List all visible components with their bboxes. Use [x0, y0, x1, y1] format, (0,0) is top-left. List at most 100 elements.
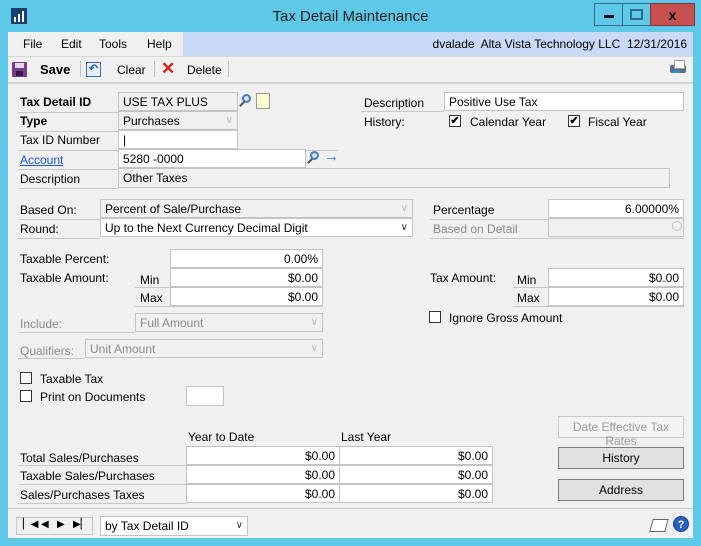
- tax-max-label: Max: [517, 291, 540, 305]
- taxable-amount-label: Taxable Amount:: [20, 271, 109, 285]
- tax-min-input[interactable]: $0.00: [548, 268, 684, 287]
- user-date: 12/31/2016: [626, 37, 687, 51]
- based-on-detail-field: [548, 218, 684, 237]
- divider: [513, 306, 684, 307]
- tax-detail-id-lookup-button[interactable]: [238, 93, 254, 109]
- fiscal-year-label: Fiscal Year: [588, 115, 647, 129]
- type-dropdown[interactable]: Purchases ∨: [118, 111, 238, 130]
- type-value: Purchases: [123, 114, 180, 128]
- help-icon: ?: [677, 519, 685, 531]
- sales-taxes-ytd-field: $0.00: [186, 484, 340, 503]
- menu-tools[interactable]: Tools: [99, 37, 127, 51]
- account-description-field: Other Taxes: [118, 168, 670, 188]
- delete-button[interactable]: ✕ Delete: [160, 59, 230, 79]
- divider: [513, 287, 548, 288]
- status-bar: ▏◀ ◀ ▶ ▶▏ by Tax Detail ID ∨ ?: [8, 508, 693, 539]
- round-dropdown[interactable]: Up to the Next Currency Decimal Digit ∨: [100, 218, 413, 237]
- right-description-label: Description: [364, 96, 425, 110]
- next-record-button[interactable]: ▶: [57, 519, 65, 530]
- history-label: History:: [364, 115, 405, 129]
- calendar-year-checkbox[interactable]: ✔: [449, 115, 461, 127]
- menu-help[interactable]: Help: [147, 37, 172, 51]
- chevron-down-icon: ∨: [310, 343, 318, 354]
- round-label: Round:: [20, 222, 59, 236]
- tax-id-number-input[interactable]: |: [118, 130, 238, 149]
- close-button[interactable]: x: [650, 3, 695, 26]
- account-lookup-button[interactable]: [306, 150, 322, 166]
- divider: [18, 219, 100, 220]
- divider: [18, 332, 135, 333]
- maximize-icon: [630, 9, 643, 20]
- divider: [135, 306, 323, 307]
- last-year-column-header: Last Year: [341, 430, 392, 444]
- divider: [430, 238, 684, 239]
- title-bar: Tax Detail Maintenance x: [0, 0, 701, 32]
- ignore-gross-label: Ignore Gross Amount: [449, 311, 563, 325]
- taxable-percent-input[interactable]: 0.00%: [170, 249, 323, 268]
- calendar-year-label: Calendar Year: [470, 115, 547, 129]
- sort-by-value: by Tax Detail ID: [105, 519, 189, 533]
- tax-description-input[interactable]: Positive Use Tax: [444, 92, 684, 111]
- last-record-button[interactable]: ▶▏: [73, 519, 88, 530]
- previous-record-button[interactable]: ◀: [41, 519, 49, 530]
- taxable-sales-ytd-field: $0.00: [186, 465, 340, 484]
- chevron-down-icon: ∨: [400, 222, 408, 233]
- percentage-label: Percentage: [433, 203, 495, 217]
- taxable-max-label: Max: [140, 291, 163, 305]
- fiscal-year-checkbox[interactable]: ✔: [568, 115, 580, 127]
- toolbar-separator: [154, 61, 155, 77]
- divider: [18, 465, 186, 466]
- ignore-gross-checkbox[interactable]: [429, 311, 441, 323]
- print-on-documents-label: Print on Documents: [40, 390, 146, 404]
- tax-max-input[interactable]: $0.00: [548, 287, 684, 306]
- percentage-input[interactable]: 6.00000%: [548, 199, 684, 218]
- print-on-documents-checkbox[interactable]: [20, 390, 32, 402]
- based-on-detail-label: Based on Detail: [433, 222, 518, 236]
- qualifiers-dropdown: Unit Amount ∨: [85, 339, 323, 358]
- minimize-button[interactable]: [594, 3, 623, 26]
- totals-row-label: Total Sales/Purchases: [20, 451, 139, 465]
- divider: [135, 287, 170, 288]
- save-label: Save: [40, 62, 71, 77]
- tax-id-number-label: Tax ID Number: [20, 133, 101, 147]
- description-label: Description: [20, 172, 81, 186]
- delete-label: Delete: [187, 63, 222, 77]
- menu-edit[interactable]: Edit: [61, 37, 82, 51]
- tax-detail-id-field[interactable]: USE TAX PLUS: [118, 92, 238, 111]
- account-link[interactable]: Account: [20, 153, 63, 167]
- help-button[interactable]: ?: [673, 516, 689, 532]
- print-button[interactable]: [668, 59, 688, 77]
- delete-icon: ✕: [161, 59, 176, 78]
- include-label: Include:: [20, 317, 63, 331]
- window-client: File Edit Tools Help dvalade Alta Vista …: [8, 32, 693, 538]
- note-button[interactable]: [649, 519, 669, 532]
- based-on-value: Percent of Sale/Purchase: [105, 202, 242, 216]
- taxable-min-input[interactable]: $0.00: [170, 268, 323, 287]
- clear-icon: ↶: [86, 62, 101, 77]
- divider: [361, 111, 444, 112]
- maximize-button[interactable]: [622, 3, 651, 26]
- new-note-button[interactable]: [256, 93, 270, 109]
- clear-button[interactable]: ↶ Clear: [86, 61, 146, 79]
- taxable-max-input[interactable]: $0.00: [170, 287, 323, 306]
- sort-by-dropdown[interactable]: by Tax Detail ID ∨: [100, 516, 248, 536]
- save-button[interactable]: Save: [12, 61, 72, 79]
- first-record-button[interactable]: ▏◀: [23, 519, 38, 530]
- account-input[interactable]: 5280 -0000: [118, 149, 306, 168]
- taxable-min-label: Min: [140, 273, 160, 287]
- divider: [18, 484, 186, 485]
- history-button[interactable]: History: [558, 447, 684, 469]
- divider: [18, 188, 118, 189]
- menu-file[interactable]: File: [23, 37, 42, 51]
- lookup-icon: [672, 221, 682, 231]
- print-on-documents-input[interactable]: [186, 386, 224, 406]
- toolbar-separator: [80, 61, 81, 77]
- account-goto-button[interactable]: →: [324, 148, 339, 165]
- address-button[interactable]: Address: [558, 479, 684, 501]
- based-on-dropdown[interactable]: Percent of Sale/Purchase ∨: [100, 199, 413, 218]
- based-on-detail-lookup-button: [668, 220, 682, 234]
- chevron-down-icon: ∨: [225, 115, 233, 126]
- include-value: Full Amount: [140, 316, 204, 330]
- total-sales-ytd-field: $0.00: [186, 446, 340, 465]
- taxable-tax-checkbox[interactable]: [20, 372, 32, 384]
